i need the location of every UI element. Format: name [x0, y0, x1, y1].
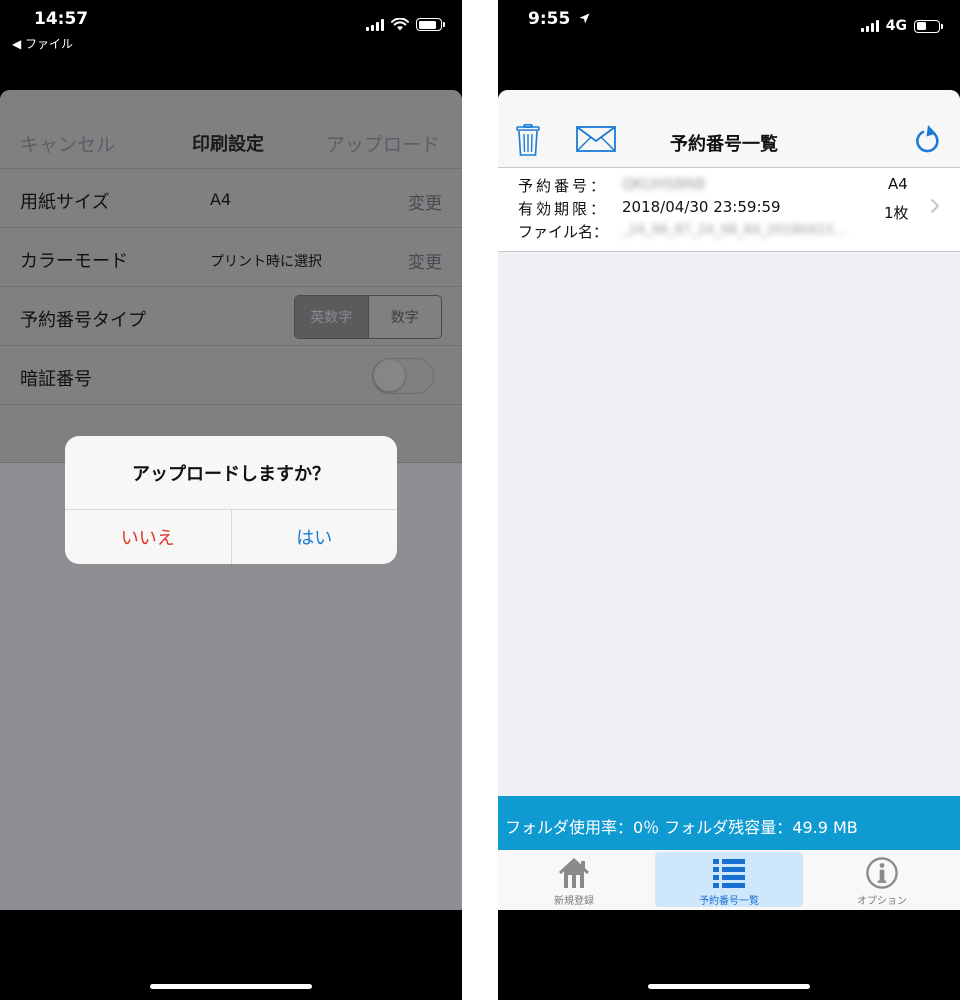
- status-indicators: 4G: [860, 18, 943, 34]
- color-mode-label: カラーモード: [20, 251, 128, 272]
- segment-numeric[interactable]: 数字: [367, 296, 441, 338]
- battery-icon: [416, 18, 445, 31]
- status-indicators: [366, 18, 445, 31]
- pin-toggle[interactable]: [372, 358, 434, 394]
- color-mode-value: プリント時に選択: [210, 254, 322, 270]
- reservation-number-label: 予約番号：: [518, 177, 609, 195]
- number-type-row: 予約番号タイプ 英数字 数字: [0, 286, 462, 345]
- no-button[interactable]: いいえ: [65, 510, 231, 564]
- status-time: 9:55: [528, 9, 571, 29]
- reservation-list-navbar: 予約番号一覧: [498, 90, 960, 168]
- tab-label: 新規登録: [554, 896, 594, 907]
- cellular-signal-icon: [366, 18, 384, 31]
- paper-size-value: A4: [888, 175, 908, 193]
- tab-label: 予約番号一覧: [699, 896, 759, 907]
- status-bar: 14:57 ◀ ファイル: [0, 0, 462, 60]
- list-icon: [713, 859, 745, 888]
- chevron-right-icon: [930, 198, 940, 214]
- number-type-segmented-control: 英数字 数字: [294, 295, 442, 339]
- page-count-value: 1枚: [884, 204, 909, 222]
- home-icon: [558, 857, 590, 888]
- expiry-label: 有効期限：: [518, 200, 609, 218]
- cellular-signal-icon: [860, 20, 879, 32]
- tab-reservation-list[interactable]: 予約番号一覧: [655, 852, 803, 907]
- file-name-value: _24_96_87_24_98_84_20180423…: [622, 223, 846, 238]
- network-type: 4G: [885, 18, 907, 34]
- toggle-knob: [374, 360, 405, 391]
- paper-size-row[interactable]: 用紙サイズ A4 変更: [0, 168, 462, 227]
- page-title: 予約番号一覧: [670, 134, 778, 155]
- folder-usage-bar: フォルダ使用率：0％ フォルダ残容量：49.9 MB: [498, 796, 960, 850]
- color-mode-row[interactable]: カラーモード プリント時に選択 変更: [0, 227, 462, 286]
- pin-label: 暗証番号: [20, 369, 92, 390]
- paper-size-value: A4: [210, 190, 232, 209]
- yes-button[interactable]: はい: [230, 510, 398, 564]
- refresh-icon[interactable]: [914, 124, 942, 156]
- location-arrow-icon: [579, 13, 590, 24]
- paper-size-label: 用紙サイズ: [20, 192, 110, 213]
- cancel-button[interactable]: キャンセル: [20, 130, 115, 157]
- dialog-title: アップロードしますか？: [132, 464, 330, 485]
- battery-icon: [914, 19, 943, 33]
- dialog-actions: いいえ はい: [65, 509, 397, 564]
- tab-new-registration[interactable]: 新規登録: [500, 852, 648, 907]
- reservation-list-screen: 予約番号一覧 予約番号： QKUHS8N8 有効期限： 2018/04/30 2…: [498, 90, 960, 910]
- expiry-value: 2018/04/30 23:59:59: [622, 198, 781, 216]
- number-type-label: 予約番号タイプ: [20, 310, 146, 331]
- segment-alphanumeric[interactable]: 英数字: [295, 296, 368, 338]
- settings-list: 用紙サイズ A4 変更 カラーモード プリント時に選択 変更 予約番号タイプ 英…: [0, 168, 462, 463]
- phone-right-screen: 9:55 4G 予約番号一覧 予約番号： QKUHS8N8 有効期限： 2018…: [498, 0, 960, 1000]
- file-name-label: ファイル名：: [518, 223, 609, 241]
- upload-confirm-dialog: アップロードしますか？ いいえ はい: [65, 436, 397, 564]
- phone-left-screen: 14:57 ◀ ファイル キャンセル 印刷設定 アップロード 用紙サイズ A4 …: [0, 0, 462, 1000]
- status-time: 14:57: [34, 9, 89, 29]
- tab-bar: 新規登録 予約番号一覧 オプション: [498, 850, 960, 910]
- paper-size-change-button[interactable]: 変更: [408, 189, 442, 214]
- tab-options[interactable]: オプション: [808, 852, 956, 907]
- color-mode-change-button[interactable]: 変更: [408, 248, 442, 273]
- reservation-list-item[interactable]: 予約番号： QKUHS8N8 有効期限： 2018/04/30 23:59:59…: [498, 168, 960, 252]
- home-indicator[interactable]: [150, 984, 312, 989]
- upload-button[interactable]: アップロード: [326, 130, 440, 157]
- reservation-number-value: QKUHS8N8: [622, 175, 706, 193]
- back-to-files-link[interactable]: ◀ ファイル: [12, 35, 73, 52]
- print-settings-navbar: キャンセル 印刷設定 アップロード: [0, 90, 462, 168]
- home-indicator[interactable]: [648, 984, 810, 989]
- trash-icon[interactable]: [516, 124, 540, 156]
- status-time-group: 9:55: [528, 9, 590, 29]
- status-bar: 9:55 4G: [498, 0, 960, 60]
- tab-label: オプション: [857, 896, 907, 907]
- pin-row: 暗証番号: [0, 345, 462, 404]
- mail-icon[interactable]: [576, 126, 616, 152]
- info-icon: [866, 857, 898, 889]
- page-title: 印刷設定: [192, 134, 264, 155]
- wifi-icon: [391, 18, 409, 31]
